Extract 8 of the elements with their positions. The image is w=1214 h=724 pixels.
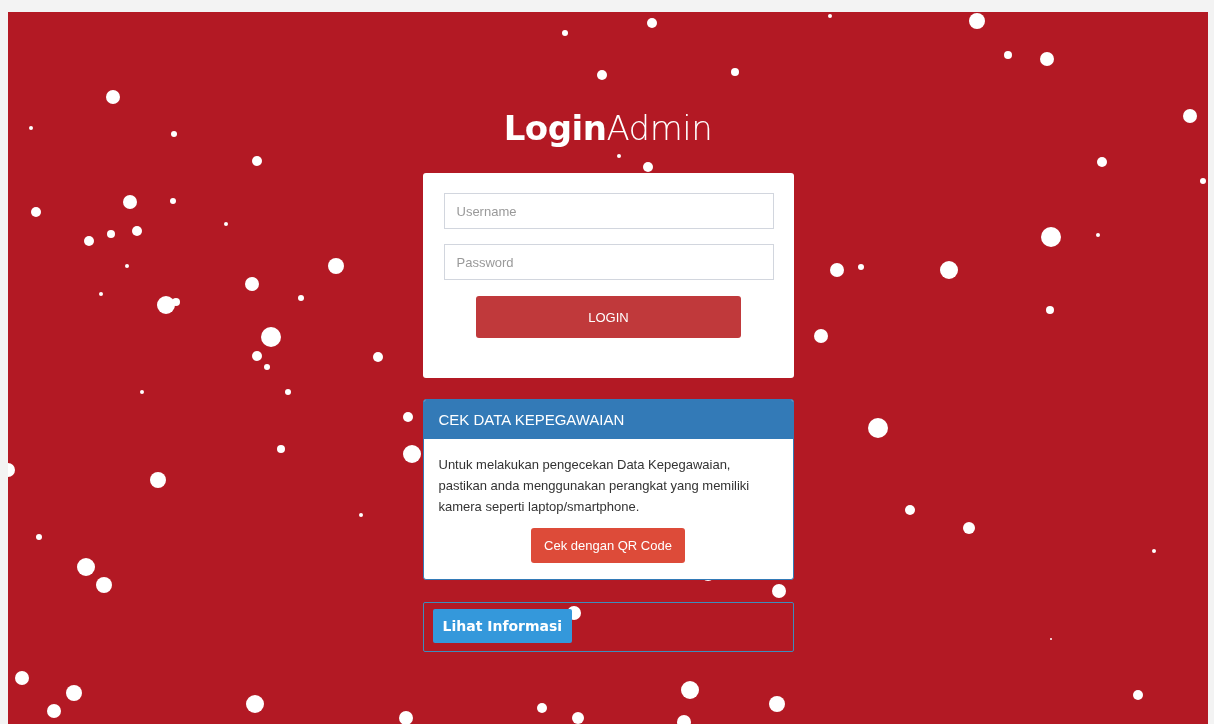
qr-code-button[interactable]: Cek dengan QR Code <box>531 528 685 564</box>
username-field[interactable]: Username <box>443 193 774 230</box>
info-button[interactable]: Lihat Informasi <box>432 609 573 644</box>
password-field[interactable]: Password <box>443 244 774 281</box>
panel-text: Untuk melakukan pengecekan Data Kepegawaian, pastikan anda menggunakan perangkat yang memiliki kamera seperti laptop/smartphone. <box>438 456 751 517</box>
page-title: LoginAdmin <box>503 110 713 148</box>
panel-title: CEK DATA KEPEGAWAIAN <box>423 400 793 440</box>
login-button[interactable]: LOGIN <box>476 296 741 339</box>
